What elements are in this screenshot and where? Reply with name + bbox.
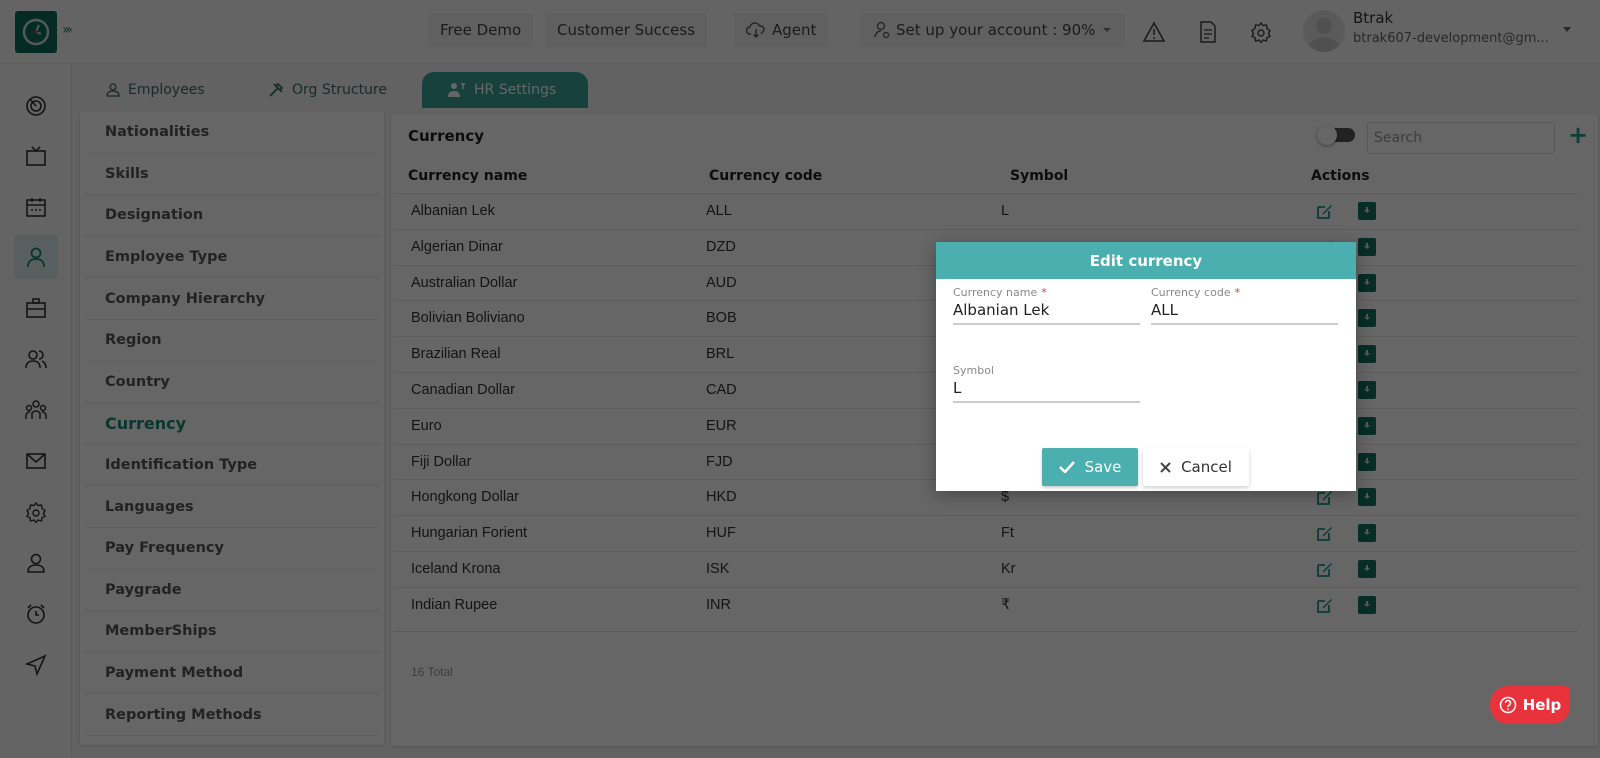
required-mark: *	[1234, 286, 1241, 299]
help-label: Help	[1522, 696, 1562, 714]
dialog-title: Edit currency	[936, 242, 1356, 279]
currency-name-label-text: Currency name	[953, 286, 1038, 299]
symbol-input[interactable]	[953, 379, 1140, 397]
currency-name-input[interactable]	[953, 301, 1140, 319]
save-button[interactable]: Save	[1042, 448, 1138, 486]
question-circle-icon	[1499, 696, 1516, 714]
required-mark: *	[1041, 286, 1047, 299]
cancel-label: Cancel	[1181, 458, 1232, 476]
edit-currency-dialog: Edit currency Currency name* Currency co…	[936, 242, 1356, 491]
cancel-button[interactable]: Cancel	[1143, 448, 1249, 486]
symbol-label: Symbol	[953, 364, 994, 377]
save-label: Save	[1084, 458, 1122, 476]
help-button[interactable]: Help	[1490, 686, 1570, 724]
currency-code-label: Currency code *	[1151, 286, 1338, 299]
currency-name-label: Currency name *	[953, 286, 1140, 299]
close-icon	[1160, 461, 1171, 473]
currency-code-field[interactable]: Currency code *	[1151, 286, 1338, 325]
currency-code-input[interactable]	[1151, 301, 1338, 319]
symbol-field[interactable]: Symbol	[953, 364, 1140, 403]
currency-name-field[interactable]: Currency name *	[953, 286, 1140, 325]
check-icon	[1058, 461, 1075, 473]
currency-code-label-text: Currency code	[1151, 286, 1231, 299]
modal-backdrop[interactable]	[0, 0, 1600, 758]
